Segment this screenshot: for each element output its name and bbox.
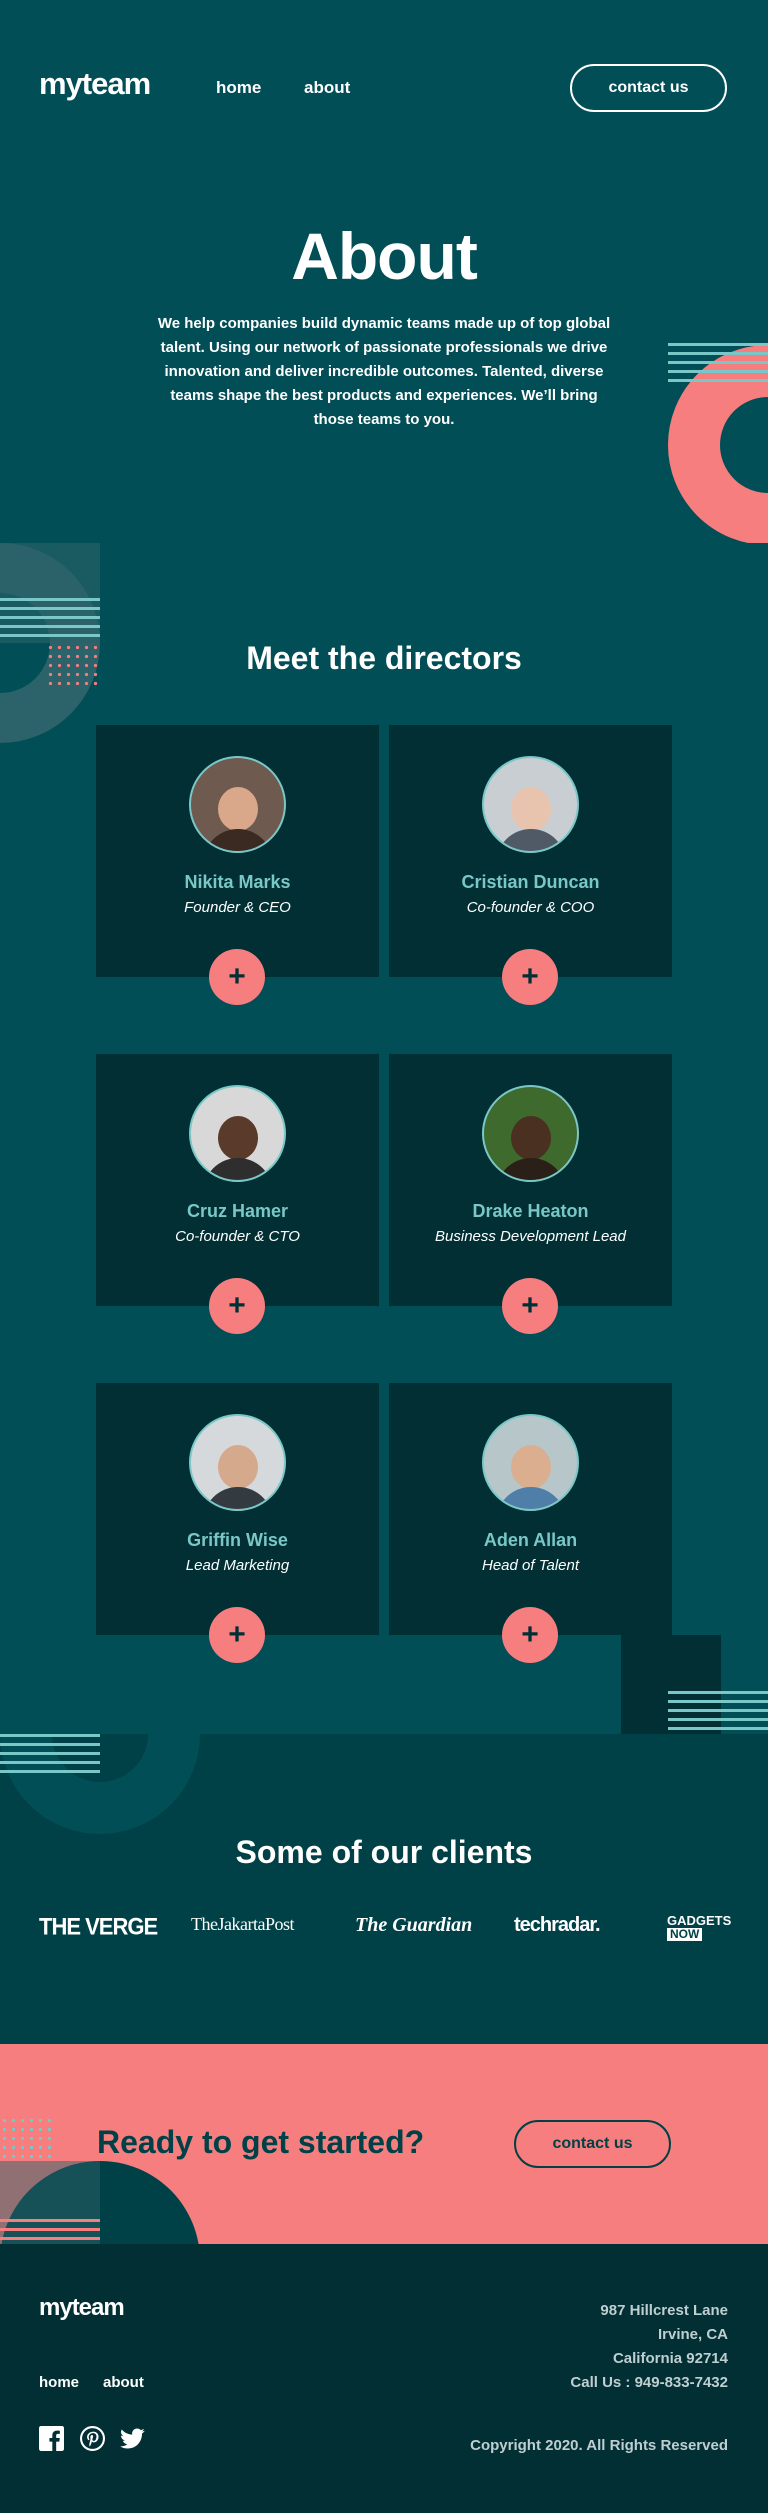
clients-heading: Some of our clients <box>235 1834 533 1870</box>
copyright: Copyright 2020. All Rights Reserved <box>470 2437 728 2454</box>
director-role: Head of Talent <box>481 1557 580 1574</box>
decorative-lines <box>0 1734 100 1778</box>
decorative-lines <box>668 1691 768 1734</box>
director-card: Nikita Marks Founder & CEO <box>96 725 379 977</box>
techradar-logo: techradar. <box>514 1914 601 1936</box>
address-line: 987 Hillcrest Lane <box>600 2302 728 2319</box>
director-role: Lead Marketing <box>185 1557 290 1574</box>
avatar <box>189 756 286 853</box>
gadgets-text: GADGETS <box>667 1913 732 1928</box>
clients-section: Some of our clients THE VERGE TheJakarta… <box>0 1734 768 2044</box>
director-card: Drake Heaton Business Development Lead <box>389 1054 672 1306</box>
decorative-lines <box>0 2219 100 2244</box>
cta-heading: Ready to get started? <box>97 2124 425 2160</box>
director-role: Founder & CEO <box>184 899 291 916</box>
hero-section: myteam home about contact us About We he… <box>0 0 768 543</box>
footer-logo[interactable]: myteam <box>39 2294 125 2322</box>
avatar <box>482 1085 579 1182</box>
footer: myteam home about 987 Hillcrest Lane Irv… <box>0 2244 768 2513</box>
avatar <box>482 756 579 853</box>
avatar <box>189 1085 286 1182</box>
director-card: Cristian Duncan Co-founder & COO <box>389 725 672 977</box>
director-card: Cruz Hamer Co-founder & CTO <box>96 1054 379 1306</box>
guardian-logo: The Guardian <box>355 1914 473 1936</box>
director-card: Griffin Wise Lead Marketing <box>96 1383 379 1635</box>
pinterest-icon[interactable] <box>80 2426 105 2451</box>
expand-director-button[interactable]: + <box>502 949 558 1005</box>
nav-home-link[interactable]: home <box>216 78 261 98</box>
footer-about-link[interactable]: about <box>103 2374 144 2391</box>
expand-director-button[interactable]: + <box>502 1607 558 1663</box>
director-card: Aden Allan Head of Talent <box>389 1383 672 1635</box>
director-name: Cristian Duncan <box>461 872 600 892</box>
expand-director-button[interactable]: + <box>502 1278 558 1334</box>
expand-director-button[interactable]: + <box>209 1278 265 1334</box>
director-name: Drake Heaton <box>472 1201 589 1221</box>
decorative-lines <box>0 598 100 642</box>
director-name: Griffin Wise <box>187 1530 288 1550</box>
the-verge-logo: THE VERGE <box>39 1912 158 1941</box>
director-role: Co-founder & CTO <box>175 1228 300 1245</box>
director-name: Aden Allan <box>483 1530 578 1550</box>
expand-director-button[interactable]: + <box>209 1607 265 1663</box>
avatar <box>189 1414 286 1511</box>
hero-description: We help companies build dynamic teams ma… <box>157 315 611 428</box>
footer-home-link[interactable]: home <box>39 2374 79 2391</box>
cta-section: Ready to get started? contact us <box>0 2044 768 2244</box>
director-role: Co-founder & COO <box>466 899 595 916</box>
decorative-dots <box>0 2116 56 2161</box>
directors-heading: Meet the directors <box>246 640 522 676</box>
cta-contact-button[interactable]: contact us <box>514 2120 671 2168</box>
expand-director-button[interactable]: + <box>209 949 265 1005</box>
directors-section: Meet the directors Nikita Marks Founder … <box>0 543 768 1734</box>
page-title: About <box>291 219 478 293</box>
twitter-icon[interactable] <box>120 2426 145 2451</box>
logo[interactable]: myteam <box>39 66 151 102</box>
address-line: California 92714 <box>612 2350 728 2367</box>
now-text: NOW <box>667 1928 703 1941</box>
director-name: Cruz Hamer <box>186 1201 289 1221</box>
facebook-icon[interactable] <box>39 2426 64 2451</box>
director-name: Nikita Marks <box>184 872 291 892</box>
gadgets-now-logo: GADGETS NOW <box>667 1914 731 1941</box>
avatar <box>482 1414 579 1511</box>
nav-about-link[interactable]: about <box>304 78 350 98</box>
jakarta-post-logo: TheJakartaPost <box>191 1914 294 1934</box>
contact-us-button[interactable]: contact us <box>570 64 727 112</box>
director-role: Business Development Lead <box>435 1228 626 1245</box>
address-line: Irvine, CA <box>657 2326 728 2343</box>
phone-number: Call Us : 949-833-7432 <box>570 2374 728 2391</box>
decorative-lines <box>668 343 768 387</box>
